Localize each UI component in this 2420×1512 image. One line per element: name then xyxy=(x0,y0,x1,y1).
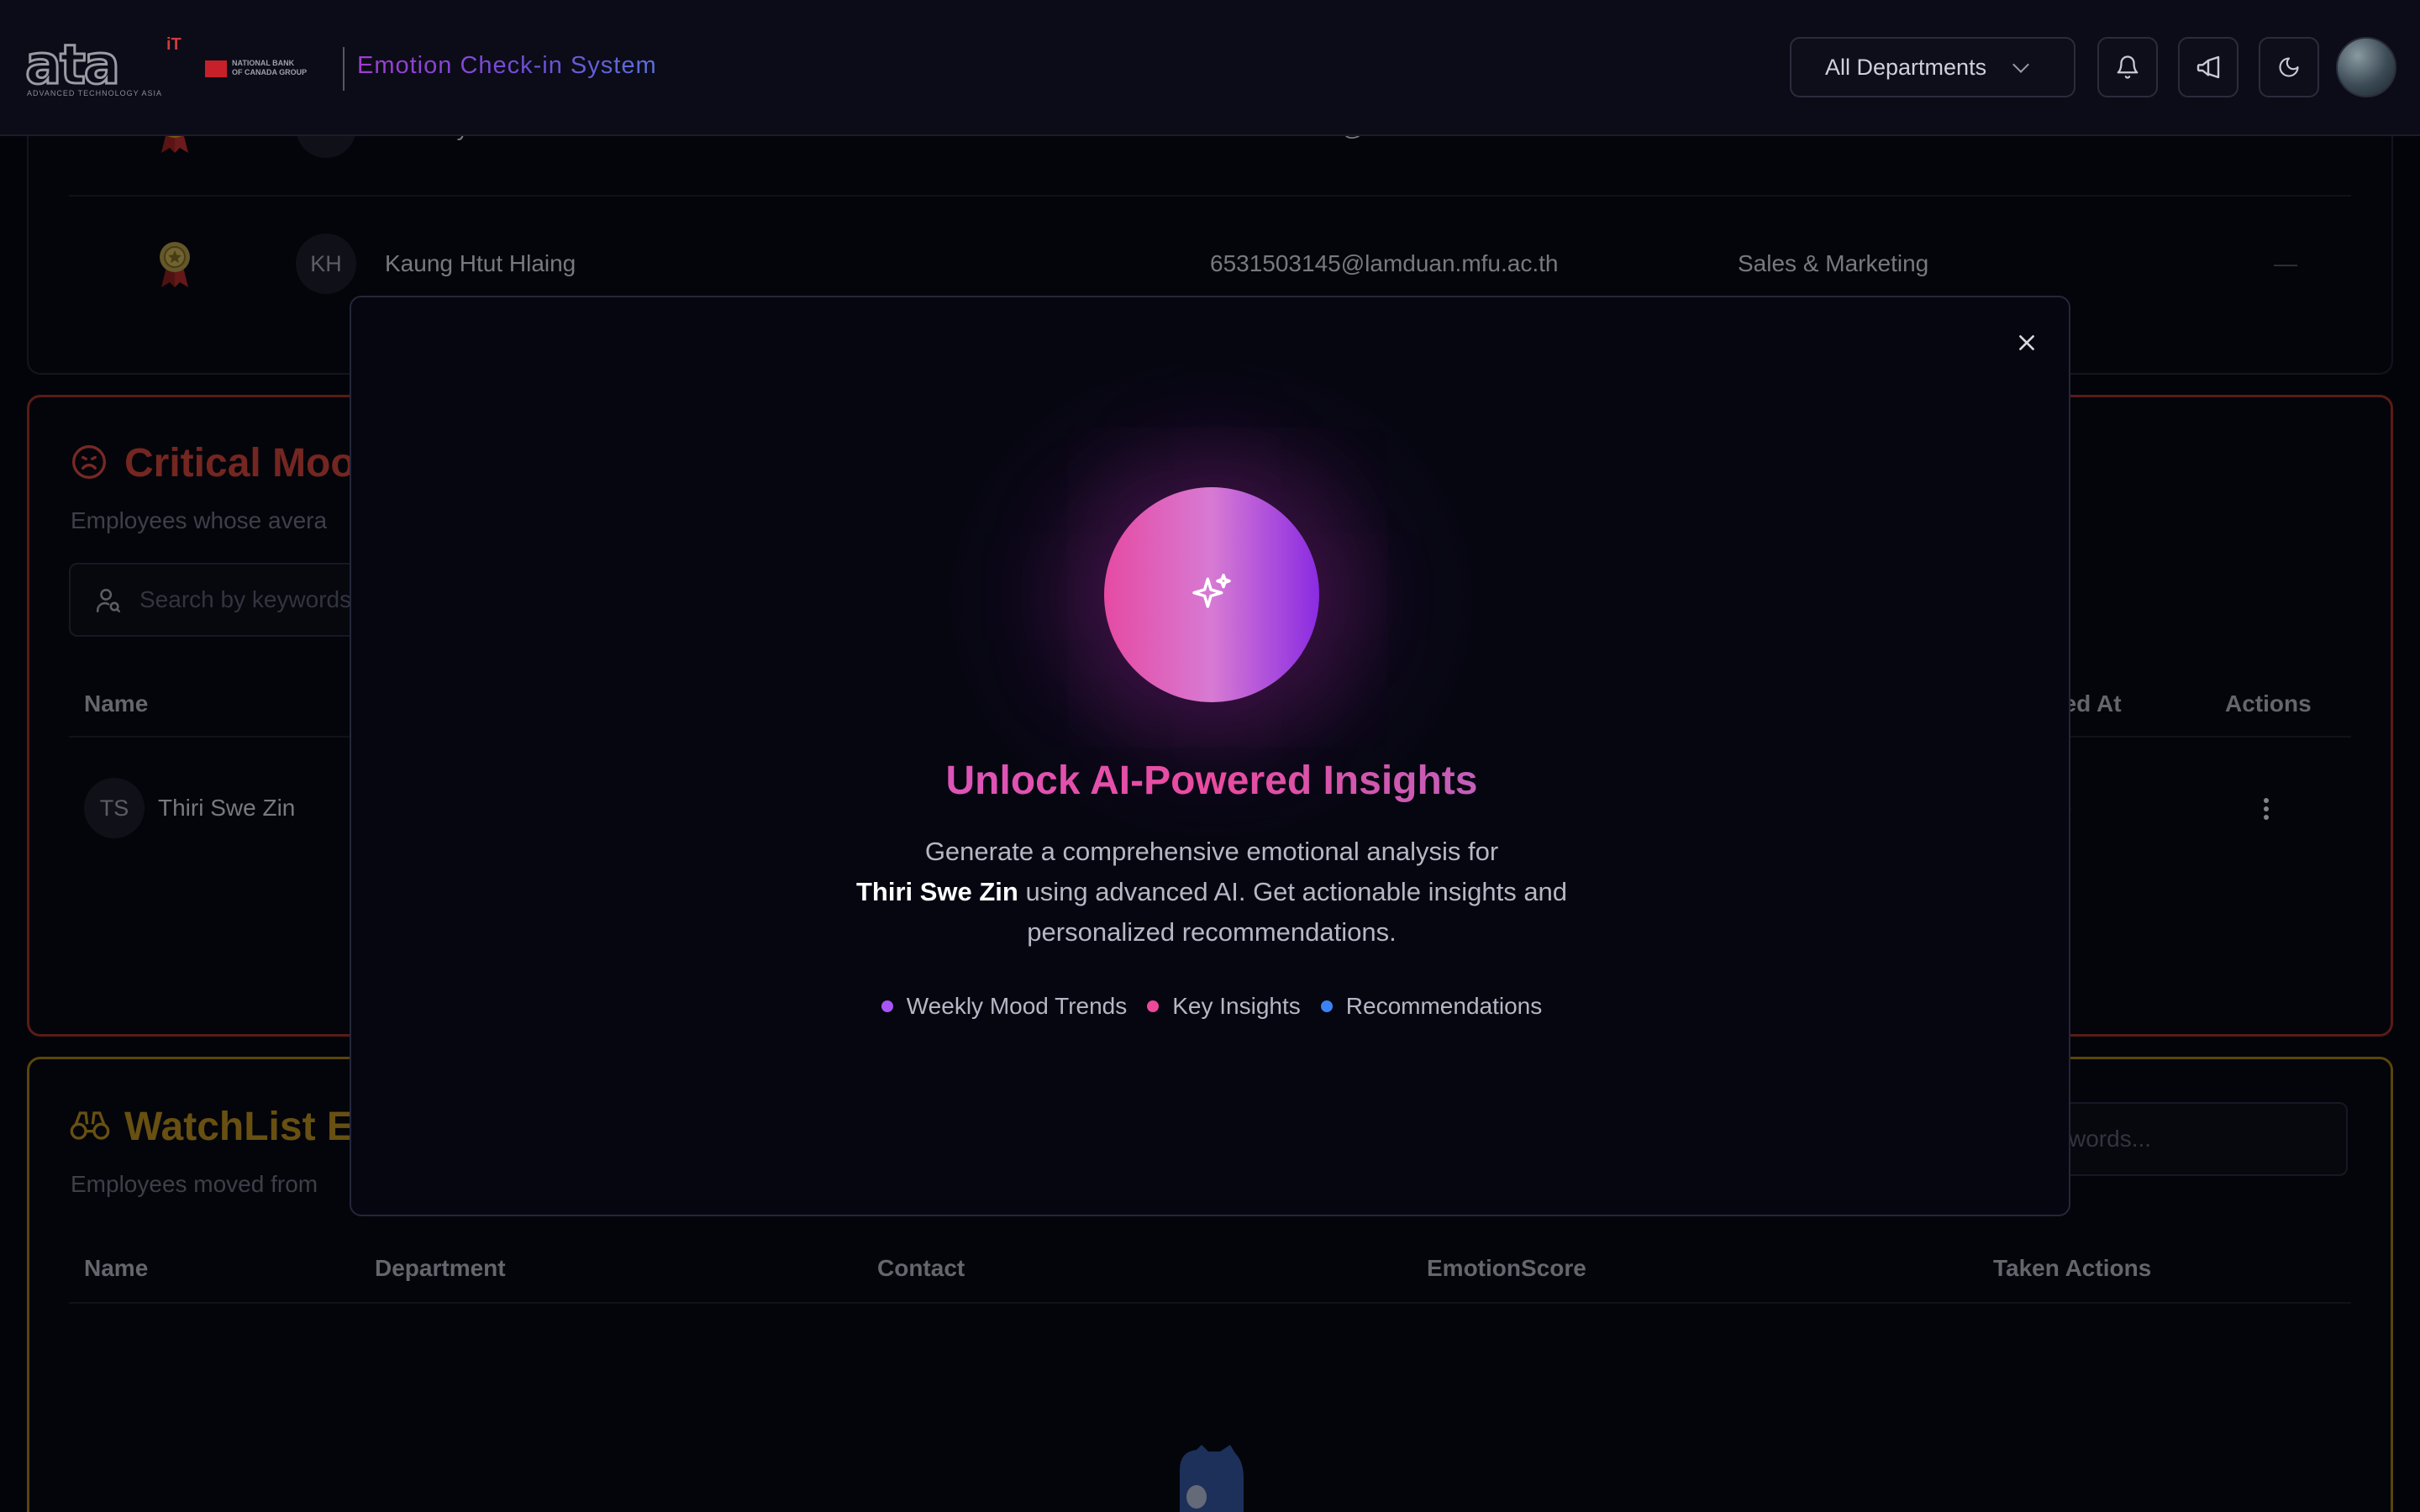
chevron-down-icon xyxy=(2012,56,2029,73)
critical-section-subtitle: Employees whose avera xyxy=(71,507,328,533)
header-divider xyxy=(343,47,345,91)
empty-state-mascot-icon xyxy=(1180,1445,1244,1512)
sparkles-icon xyxy=(1192,573,1231,608)
partner-flag-icon xyxy=(205,60,227,77)
column-header-contact[interactable]: Contact xyxy=(877,1255,965,1282)
top-header: ata iT ADVANCED TECHNOLOGY ASIA NATIONAL… xyxy=(0,0,2420,136)
feature-dot-icon xyxy=(881,1000,893,1012)
close-button[interactable] xyxy=(2010,326,2044,360)
user-avatar[interactable] xyxy=(2336,37,2396,97)
notifications-button[interactable] xyxy=(2097,37,2158,97)
column-header-emotion-score[interactable]: EmotionScore xyxy=(1427,1255,1586,1282)
bell-icon xyxy=(2117,55,2139,79)
column-header-name[interactable]: Name xyxy=(84,1255,148,1282)
employee-name: Thiri Swe Zin xyxy=(158,795,296,821)
partner-logo: NATIONAL BANK OF CANADA GROUP xyxy=(205,59,326,81)
employee-name: Kaung Htut Hlaing xyxy=(385,250,576,276)
row-actions-button[interactable] xyxy=(2264,798,2269,823)
binoculars-icon xyxy=(70,1111,110,1140)
medal-icon xyxy=(160,242,190,287)
watchlist-section-title: WatchList E xyxy=(124,1105,354,1149)
modal-title: Unlock AI-Powered Insights xyxy=(351,758,2072,804)
column-header-name[interactable]: Name xyxy=(84,690,148,717)
feature-recommendations: Recommendations xyxy=(1320,993,1543,1020)
modal-description-intro: Generate a comprehensive emotional analy… xyxy=(924,837,1499,866)
row-divider xyxy=(69,195,2351,197)
feature-dot-icon xyxy=(1147,1000,1160,1012)
column-header-actions: Actions xyxy=(2225,690,2312,717)
employee-avatar-initials: TS xyxy=(84,778,145,838)
feature-label: Weekly Mood Trends xyxy=(906,993,1128,1019)
critical-section-title: Critical Mood xyxy=(124,441,381,486)
feature-label: Recommendations xyxy=(1345,993,1543,1019)
megaphone-icon xyxy=(2196,55,2220,79)
modal-description-rest: using advanced AI. Get actionable insigh… xyxy=(1025,877,1568,947)
critical-search-placeholder: Search by keywords xyxy=(139,586,352,612)
feature-key-insights: Key Insights xyxy=(1147,993,1301,1020)
app-title: Emotion Check-in System xyxy=(357,52,657,79)
ai-orb xyxy=(1104,487,1319,702)
modal-description: Generate a comprehensive emotional analy… xyxy=(834,832,1590,953)
column-header-department[interactable]: Department xyxy=(375,1255,506,1282)
employee-avatar-initials: KH xyxy=(296,234,356,294)
announcements-button[interactable] xyxy=(2178,37,2238,97)
department-select[interactable]: All Departments xyxy=(1790,37,2075,97)
row-divider xyxy=(69,1302,2351,1304)
watchlist-search-placeholder: words... xyxy=(2069,1126,2152,1152)
close-icon xyxy=(2019,335,2034,350)
ata-logo[interactable]: ata iT ADVANCED TECHNOLOGY ASIA xyxy=(24,34,182,97)
column-header-taken-actions: Taken Actions xyxy=(1993,1255,2152,1281)
feature-weekly-mood-trends: Weekly Mood Trends xyxy=(881,993,1128,1020)
sad-face-icon xyxy=(72,445,106,479)
feature-label: Key Insights xyxy=(1172,993,1301,1019)
employee-name-highlight: Thiri Swe Zin xyxy=(855,877,1018,906)
feature-dot-icon xyxy=(1320,1000,1333,1012)
theme-toggle-button[interactable] xyxy=(2259,37,2319,97)
ata-logo-tagline: ADVANCED TECHNOLOGY ASIA xyxy=(27,89,163,97)
partner-logo-text: NATIONAL BANK OF CANADA GROUP xyxy=(232,59,308,76)
user-search-icon xyxy=(96,588,121,613)
watchlist-section-subtitle: Employees moved from xyxy=(71,1171,318,1197)
feature-list: Weekly Mood Trends Key Insights Recommen… xyxy=(351,993,2072,1020)
employee-department: Sales & Marketing xyxy=(1738,250,1929,276)
ai-insights-modal: Unlock AI-Powered Insights Generate a co… xyxy=(350,296,2070,1216)
moon-icon xyxy=(2279,57,2299,77)
ata-logo-mark: ata xyxy=(24,34,122,97)
department-select-value: All Departments xyxy=(1825,54,1987,80)
employee-email[interactable]: 6531503145@lamduan.mfu.ac.th xyxy=(1210,250,1559,277)
empty-value: — xyxy=(2274,250,2297,276)
ata-logo-it: iT xyxy=(166,35,182,54)
